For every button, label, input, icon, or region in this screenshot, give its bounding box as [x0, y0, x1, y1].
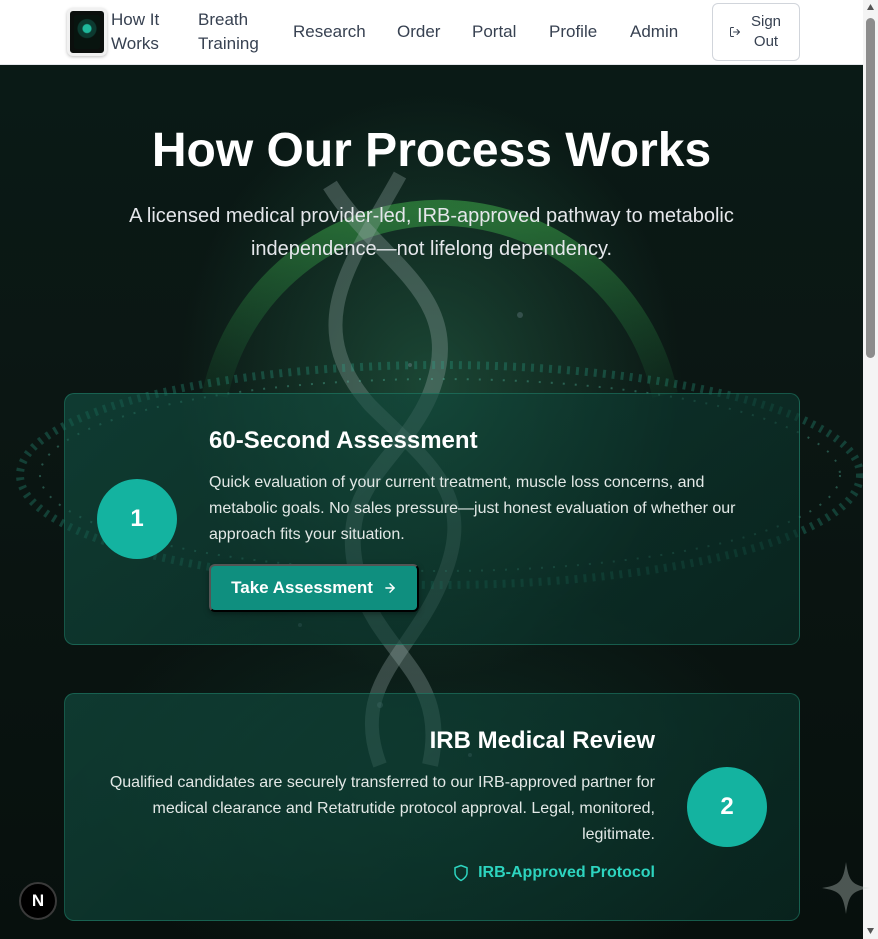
take-assessment-button[interactable]: Take Assessment [209, 564, 419, 612]
nav-link-admin[interactable]: Admin [630, 20, 678, 44]
irb-approved-badge: IRB-Approved Protocol [452, 864, 655, 882]
nav-link-portal[interactable]: Portal [472, 20, 516, 44]
scroll-down-arrow-icon[interactable] [866, 926, 875, 936]
step-card-irb-review: IRB Medical Review Qualified candidates … [64, 693, 800, 921]
sign-out-label: Sign Out [750, 13, 782, 50]
logo[interactable] [67, 8, 107, 56]
log-out-icon [730, 27, 740, 37]
page-subtitle: A licensed medical provider-led, IRB-app… [129, 205, 734, 260]
top-nav: How It Works Breath Training Research Or… [0, 0, 863, 65]
sign-out-button[interactable]: Sign Out [712, 3, 800, 61]
nav-link-breath-training[interactable]: Breath Training [198, 8, 270, 56]
badge-label: IRB-Approved Protocol [478, 864, 655, 881]
nav-link-research[interactable]: Research [293, 20, 366, 44]
nav-link-profile[interactable]: Profile [549, 20, 597, 44]
shield-icon [454, 864, 468, 882]
sparkle-icon [822, 862, 870, 914]
step-title: 60-Second Assessment [209, 427, 478, 454]
scrollbar-thumb[interactable] [866, 18, 875, 358]
step-title: IRB Medical Review [429, 727, 655, 754]
logo-image [74, 15, 100, 49]
process-section: How Our Process Works A licensed medical… [0, 65, 863, 939]
step-description: Quick evaluation of your current treatme… [209, 474, 736, 543]
scroll-up-arrow-icon[interactable] [866, 2, 875, 12]
nav-link-order[interactable]: Order [397, 20, 440, 44]
step-card-assessment: 1 60-Second Assessment Quick evaluation … [64, 393, 800, 645]
step-number-badge: 1 [97, 479, 177, 559]
arrow-right-icon [385, 583, 395, 593]
page-title: How Our Process Works [151, 124, 712, 177]
step-number-badge: 2 [687, 767, 767, 847]
dev-tools-badge[interactable]: N [19, 882, 57, 920]
take-assessment-label: Take Assessment [231, 578, 373, 597]
step-description: Qualified candidates are securely transf… [109, 774, 655, 843]
nav-link-how-it-works[interactable]: How It Works [111, 8, 175, 56]
